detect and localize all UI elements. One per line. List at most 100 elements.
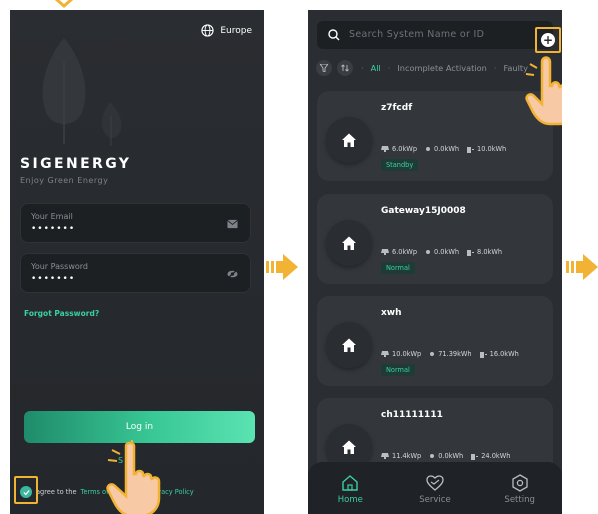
leaf-illustration bbox=[42, 38, 122, 146]
system-stats: 10.0kWp 71.39kWh 16.0kWh bbox=[381, 350, 519, 358]
filter-tabs: · All · Incomplete Activation · Faulty bbox=[361, 63, 528, 73]
pv-capacity: 6.0kWp bbox=[381, 248, 417, 256]
sort-button[interactable] bbox=[337, 60, 353, 76]
email-label: Your Email bbox=[31, 212, 73, 221]
brand-logo: SIGENERGY bbox=[20, 156, 132, 172]
system-list-screen: Search System Name or ID + · All · Incom… bbox=[308, 10, 562, 514]
mail-icon bbox=[227, 219, 238, 229]
tab-separator: · bbox=[493, 63, 497, 73]
next-step-arrow-icon bbox=[266, 254, 298, 280]
setting-icon bbox=[511, 473, 528, 492]
globe-icon bbox=[201, 24, 214, 37]
system-name: ch11111111 bbox=[381, 410, 443, 420]
email-value: ••••••• bbox=[31, 224, 76, 234]
password-value: ••••••• bbox=[31, 274, 76, 284]
region-label: Europe bbox=[220, 25, 252, 36]
pointer-hand-icon bbox=[106, 440, 161, 514]
pv-capacity: 11.4kWp bbox=[381, 452, 421, 460]
region-selector[interactable]: Europe bbox=[201, 24, 252, 37]
pv-value: 6.0kWp bbox=[392, 248, 418, 256]
battery-capacity: 16.0kWh bbox=[479, 350, 519, 358]
solar-panel-icon bbox=[381, 146, 389, 152]
sun-icon bbox=[430, 454, 435, 458]
status-badge: Normal bbox=[381, 364, 415, 376]
pointer-tip-decoration bbox=[54, 0, 74, 8]
energy-value: 71.39kWh bbox=[438, 350, 472, 358]
search-input[interactable]: Search System Name or ID + bbox=[317, 21, 561, 53]
filter-button[interactable] bbox=[316, 60, 332, 76]
service-icon bbox=[426, 474, 444, 491]
battery-value: 8.0kWh bbox=[477, 248, 503, 256]
nav-service-label: Service bbox=[419, 494, 451, 505]
battery-icon bbox=[479, 351, 487, 358]
sort-icon bbox=[341, 64, 349, 72]
home-icon bbox=[342, 338, 356, 352]
home-icon bbox=[342, 133, 356, 147]
battery-capacity: 8.0kWh bbox=[467, 248, 502, 256]
system-card[interactable]: xwh 10.0kWp 71.39kWh 16.0kWh Normal bbox=[317, 296, 553, 386]
system-stats: 11.4kWp 0.0kWh 24.0kWh bbox=[381, 452, 510, 460]
energy-value: 0.0kWh bbox=[434, 145, 460, 153]
nav-home-label: Home bbox=[337, 494, 363, 505]
battery-value: 24.0kWh bbox=[481, 452, 511, 460]
nav-home[interactable]: Home bbox=[320, 474, 380, 505]
tutorial-stage: Europe SIGENERGY Enjoy Green Energy Your… bbox=[0, 0, 598, 514]
add-system-highlight: + bbox=[535, 27, 561, 53]
system-avatar bbox=[326, 117, 372, 163]
tab-all[interactable]: All bbox=[371, 63, 381, 73]
energy-today: 71.39kWh bbox=[429, 350, 472, 358]
home-icon bbox=[342, 236, 356, 250]
solar-panel-icon bbox=[381, 249, 389, 255]
tab-separator: · bbox=[387, 63, 391, 73]
battery-value: 10.0kWh bbox=[477, 145, 507, 153]
pv-value: 10.0kWp bbox=[392, 350, 422, 358]
pv-value: 6.0kWp bbox=[392, 145, 418, 153]
password-field[interactable]: Your Password ••••••• bbox=[20, 253, 251, 293]
sun-icon bbox=[426, 250, 431, 254]
agree-highlight-box bbox=[14, 476, 38, 504]
email-field[interactable]: Your Email ••••••• bbox=[20, 203, 251, 243]
battery-capacity: 10.0kWh bbox=[467, 145, 506, 153]
battery-icon bbox=[471, 453, 479, 460]
add-system-button[interactable]: + bbox=[541, 33, 555, 47]
battery-capacity: 24.0kWh bbox=[471, 452, 510, 460]
system-stats: 6.0kWp 0.0kWh 8.0kWh bbox=[381, 248, 502, 256]
search-placeholder: Search System Name or ID bbox=[349, 29, 485, 40]
status-badge: Standby bbox=[381, 159, 419, 171]
forgot-password-link[interactable]: Forgot Password? bbox=[24, 309, 99, 318]
status-badge: Normal bbox=[381, 262, 415, 274]
tab-incomplete-activation[interactable]: Incomplete Activation bbox=[397, 63, 486, 73]
energy-today: 0.0kWh bbox=[425, 145, 459, 153]
pv-capacity: 10.0kWp bbox=[381, 350, 421, 358]
system-avatar bbox=[326, 322, 372, 368]
battery-icon bbox=[467, 249, 475, 256]
nav-setting-label: Setting bbox=[504, 494, 535, 505]
nav-setting[interactable]: Setting bbox=[490, 473, 550, 505]
nav-service[interactable]: Service bbox=[405, 474, 465, 505]
eye-off-icon[interactable] bbox=[227, 269, 238, 279]
energy-value: 0.0kWh bbox=[438, 452, 464, 460]
energy-today: 0.0kWh bbox=[429, 452, 463, 460]
system-name: Gateway15J0008 bbox=[381, 206, 466, 216]
solar-panel-icon bbox=[381, 351, 389, 357]
agree-text: agree to the bbox=[36, 488, 77, 496]
tab-separator: · bbox=[361, 63, 364, 73]
sun-icon bbox=[426, 147, 431, 151]
brand-tagline: Enjoy Green Energy bbox=[20, 176, 109, 185]
energy-value: 0.0kWh bbox=[434, 248, 460, 256]
system-card[interactable]: Gateway15J0008 6.0kWp 0.0kWh 8.0kWh Norm… bbox=[317, 194, 553, 284]
system-avatar bbox=[326, 220, 372, 266]
system-card[interactable]: z7fcdf ... 6.0kWp 0.0kWh 10.0kWh Standby bbox=[317, 91, 553, 181]
energy-today: 0.0kWh bbox=[425, 248, 459, 256]
filter-icon bbox=[320, 64, 328, 72]
bottom-navigation: Home Service Setting bbox=[308, 462, 562, 514]
battery-value: 16.0kWh bbox=[489, 350, 519, 358]
next-step-arrow-icon bbox=[566, 254, 598, 280]
login-button[interactable]: Log in bbox=[24, 411, 255, 443]
search-icon bbox=[328, 29, 340, 41]
system-name: z7fcdf bbox=[381, 103, 413, 113]
system-stats: 6.0kWp 0.0kWh 10.0kWh bbox=[381, 145, 506, 153]
solar-panel-icon bbox=[381, 453, 389, 459]
pointer-hand-icon bbox=[525, 56, 562, 126]
home-icon bbox=[342, 474, 359, 491]
